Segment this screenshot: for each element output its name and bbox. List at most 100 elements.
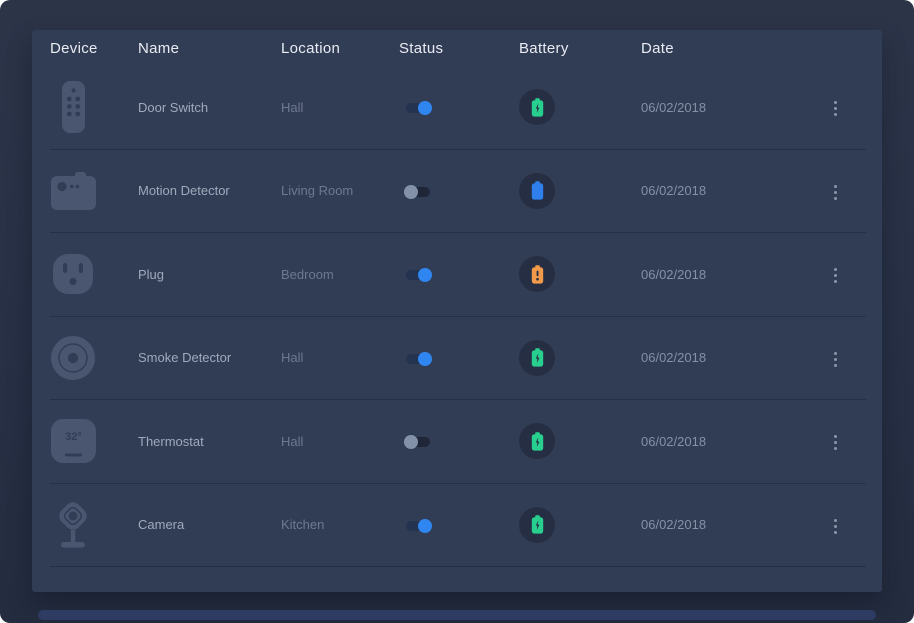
status-cell [399, 267, 519, 282]
battery-indicator [519, 89, 555, 125]
device-name: Smoke Detector [138, 350, 281, 365]
device-icon-cell [50, 244, 138, 304]
menu-cell [826, 343, 866, 373]
bottom-accent-bar [38, 610, 876, 620]
status-cell [399, 183, 519, 198]
devices-panel: Device Name Location Status Battery Date… [32, 30, 882, 592]
menu-cell [826, 176, 866, 206]
status-cell [399, 434, 519, 449]
device-icon [50, 244, 96, 304]
toggle-knob-icon [418, 101, 432, 115]
device-name: Door Switch [138, 100, 281, 115]
table-header: Device Name Location Status Battery Date [32, 30, 882, 66]
battery-indicator [519, 423, 555, 459]
toggle-knob-icon [404, 185, 418, 199]
device-date: 06/02/2018 [641, 100, 826, 115]
svg-text:32°: 32° [65, 431, 82, 443]
device-location: Hall [281, 434, 399, 449]
toggle-knob-icon [418, 352, 432, 366]
device-location: Bedroom [281, 267, 399, 282]
battery-cell [519, 173, 641, 209]
smoke-detector-icon [51, 336, 95, 380]
plug-outlet-icon [53, 254, 93, 294]
device-row: 32° Thermostat Hall 06/02/2018 [50, 400, 866, 484]
device-icon [50, 161, 96, 221]
column-header-date: Date [641, 40, 826, 57]
device-name: Motion Detector [138, 183, 281, 198]
device-icon-cell [50, 328, 138, 388]
device-date: 06/02/2018 [641, 350, 826, 365]
menu-cell [826, 259, 866, 289]
device-row: Smoke Detector Hall 06/02/2018 [50, 317, 866, 401]
device-icon [50, 328, 96, 388]
device-row: Door Switch Hall 06/02/2018 [50, 66, 866, 150]
battery-charging-icon [531, 432, 544, 451]
menu-cell [826, 510, 866, 540]
status-toggle[interactable] [406, 270, 430, 280]
row-menu-button[interactable] [826, 429, 845, 456]
device-icon-cell [50, 495, 138, 555]
battery-low-icon [531, 265, 544, 284]
status-toggle[interactable] [406, 354, 430, 364]
device-icon [50, 77, 96, 137]
device-rows: Door Switch Hall 06/02/2018 Motion Detec… [32, 66, 882, 567]
toggle-knob-icon [418, 268, 432, 282]
battery-charging-icon [531, 515, 544, 534]
column-header-battery: Battery [519, 40, 641, 57]
column-header-name: Name [138, 40, 281, 57]
battery-indicator [519, 173, 555, 209]
device-row: Motion Detector Living Room 06/02/2018 [50, 150, 866, 234]
status-cell [399, 350, 519, 365]
device-icon-cell [50, 161, 138, 221]
status-toggle[interactable] [406, 103, 430, 113]
device-name: Thermostat [138, 434, 281, 449]
toggle-knob-icon [418, 519, 432, 533]
device-name: Camera [138, 517, 281, 532]
door-switch-remote-icon [62, 81, 85, 133]
device-row: Camera Kitchen 06/02/2018 [50, 484, 866, 568]
device-date: 06/02/2018 [641, 434, 826, 449]
battery-indicator [519, 507, 555, 543]
battery-cell [519, 423, 641, 459]
column-header-status: Status [399, 40, 519, 57]
status-cell [399, 517, 519, 532]
row-menu-button[interactable] [826, 346, 845, 373]
device-icon-cell: 32° [50, 411, 138, 471]
device-name: Plug [138, 267, 281, 282]
device-date: 06/02/2018 [641, 267, 826, 282]
battery-cell [519, 89, 641, 125]
device-icon: 32° [50, 411, 96, 471]
row-menu-button[interactable] [826, 513, 845, 540]
device-location: Hall [281, 350, 399, 365]
thermostat-icon: 32° [51, 419, 96, 463]
status-toggle[interactable] [406, 187, 430, 197]
column-header-device: Device [50, 40, 138, 57]
motion-detector-icon [51, 172, 96, 210]
device-icon-cell [50, 77, 138, 137]
menu-cell [826, 426, 866, 456]
device-row: Plug Bedroom 06/02/2018 [50, 233, 866, 317]
battery-charging-icon [531, 348, 544, 367]
row-menu-button[interactable] [826, 179, 845, 206]
battery-cell [519, 340, 641, 376]
row-menu-button[interactable] [826, 95, 845, 122]
battery-full-icon [531, 181, 544, 200]
toggle-knob-icon [404, 435, 418, 449]
camera-icon [51, 499, 95, 551]
device-date: 06/02/2018 [641, 183, 826, 198]
status-cell [399, 100, 519, 115]
app-background: Device Name Location Status Battery Date… [0, 0, 914, 623]
device-location: Hall [281, 100, 399, 115]
battery-indicator [519, 256, 555, 292]
battery-cell [519, 256, 641, 292]
device-date: 06/02/2018 [641, 517, 826, 532]
device-location: Kitchen [281, 517, 399, 532]
battery-cell [519, 507, 641, 543]
status-toggle[interactable] [406, 521, 430, 531]
device-location: Living Room [281, 183, 399, 198]
battery-charging-icon [531, 98, 544, 117]
column-header-location: Location [281, 40, 399, 57]
battery-indicator [519, 340, 555, 376]
row-menu-button[interactable] [826, 262, 845, 289]
status-toggle[interactable] [406, 437, 430, 447]
